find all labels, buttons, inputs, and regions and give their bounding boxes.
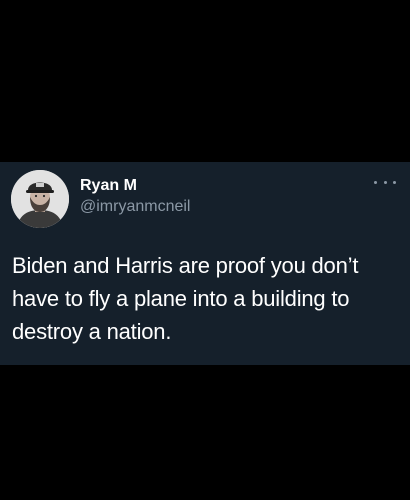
more-options-button[interactable] [374, 176, 396, 188]
author-display-name[interactable]: Ryan M [80, 176, 190, 196]
screenshot-page: Ryan M @imryanmcneil Biden and Harris ar… [0, 0, 410, 500]
more-dots-icon [383, 180, 387, 184]
more-dots-icon [374, 180, 377, 184]
tweet-body-text: Biden and Harris are proof you don’t hav… [12, 253, 359, 344]
author-info: Ryan M @imryanmcneil [80, 176, 190, 218]
more-dots-icon [393, 180, 396, 184]
author-handle[interactable]: @imryanmcneil [80, 196, 190, 218]
avatar-photo-icon [11, 170, 69, 228]
tweet-card[interactable]: Ryan M @imryanmcneil Biden and Harris ar… [0, 162, 410, 365]
author-avatar[interactable] [11, 170, 69, 228]
